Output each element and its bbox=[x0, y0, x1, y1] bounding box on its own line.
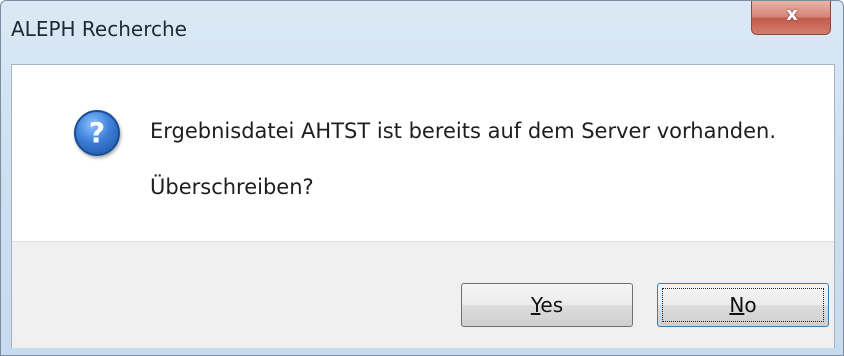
question-icon: ? bbox=[74, 110, 120, 156]
message-area: ? Ergebnisdatei AHTST ist bereits auf de… bbox=[12, 65, 834, 241]
message-dialog: ALEPH Recherche x ? Ergebnisdatei AHTST … bbox=[0, 0, 844, 356]
yes-button[interactable]: Yes bbox=[461, 283, 633, 327]
button-bar: Yes No bbox=[12, 241, 834, 348]
close-button[interactable]: x bbox=[751, 1, 831, 35]
message-question: Überschreiben? bbox=[150, 175, 314, 199]
title-bar[interactable]: ALEPH Recherche x bbox=[1, 1, 843, 55]
close-icon: x bbox=[786, 4, 798, 25]
no-button-label: No bbox=[729, 293, 757, 317]
dialog-content: ? Ergebnisdatei AHTST ist bereits auf de… bbox=[11, 64, 835, 348]
window-title: ALEPH Recherche bbox=[11, 17, 187, 41]
yes-button-label: Yes bbox=[530, 293, 564, 317]
message-text: Ergebnisdatei AHTST ist bereits auf dem … bbox=[150, 119, 777, 143]
no-button[interactable]: No bbox=[657, 283, 829, 327]
